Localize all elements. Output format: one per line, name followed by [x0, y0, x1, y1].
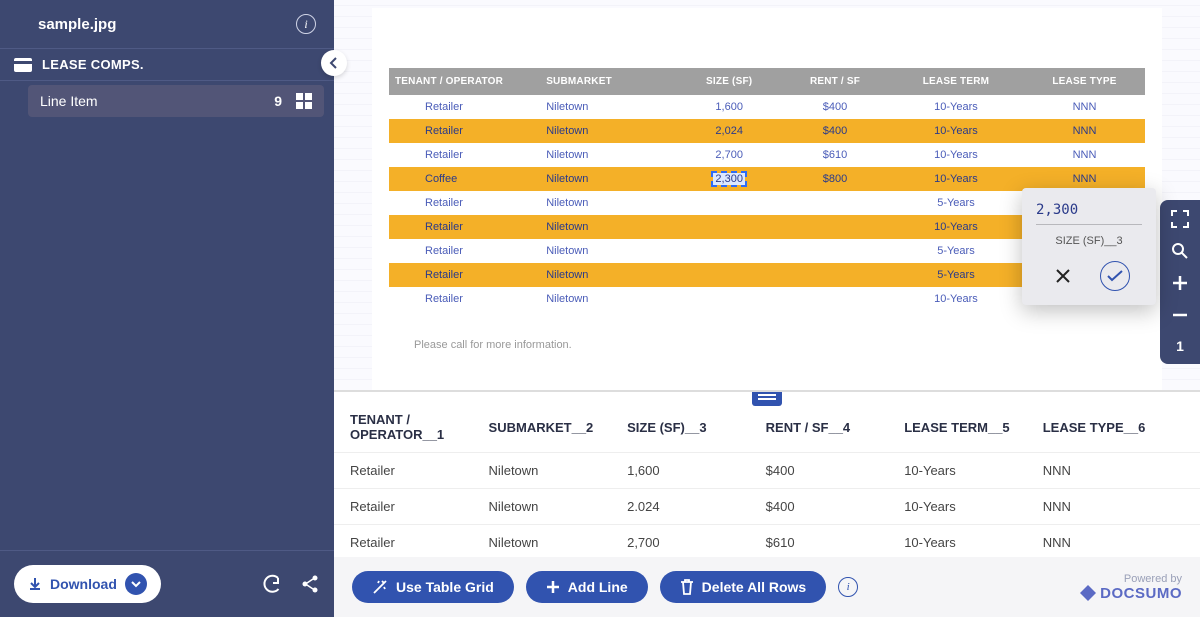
- use-table-grid-button[interactable]: Use Table Grid: [352, 571, 514, 603]
- preview-header: LEASE TERM: [888, 68, 1024, 95]
- grid-cell[interactable]: Retailer: [334, 525, 473, 558]
- table-row[interactable]: RetailerNiletown2,700$61010-YearsNNN: [334, 525, 1200, 558]
- grid-header[interactable]: SIZE (SF)__3: [611, 398, 750, 453]
- sidebar-footer: Download: [0, 550, 334, 617]
- line-item-count: 9: [274, 93, 282, 109]
- section-title-label: LEASE COMPS.: [42, 57, 144, 72]
- preview-row[interactable]: RetailerNiletown2,024$40010-YearsNNN: [389, 119, 1145, 143]
- grid-header[interactable]: RENT / SF__4: [750, 398, 889, 453]
- data-grid-panel: TENANT / OPERATOR__1SUBMARKET__2SIZE (SF…: [334, 390, 1200, 557]
- check-icon: [1107, 270, 1123, 282]
- preview-footer-note: Please call for more information.: [414, 339, 1162, 351]
- preview-selected-cell: 2,300: [676, 167, 782, 191]
- preview-header: TENANT / OPERATOR: [389, 68, 540, 95]
- main: ? TENANT / OPERATORSUBMARKETSIZE (SF)REN…: [334, 0, 1200, 617]
- grid-cell[interactable]: NNN: [1027, 489, 1200, 525]
- grid-cell[interactable]: 10-Years: [888, 525, 1027, 558]
- add-line-button[interactable]: Add Line: [526, 571, 648, 603]
- table-row[interactable]: RetailerNiletown2.024$40010-YearsNNN: [334, 489, 1200, 525]
- preview-header: SIZE (SF): [676, 68, 782, 95]
- card-icon: [14, 58, 32, 72]
- zoom-in-icon[interactable]: [1171, 274, 1189, 292]
- search-icon[interactable]: [1171, 242, 1189, 260]
- sidebar-header: sample.jpg i: [0, 0, 334, 48]
- cell-edit-confirm-button[interactable]: [1100, 261, 1130, 291]
- grid-icon: [296, 93, 312, 109]
- cell-edit-input[interactable]: [1036, 200, 1142, 225]
- grid-cell[interactable]: $610: [750, 525, 889, 558]
- grid-cell[interactable]: NNN: [1027, 525, 1200, 558]
- page-number: 1: [1176, 338, 1184, 354]
- cell-edit-field-label: SIZE (SF)__3: [1036, 235, 1142, 247]
- action-info-icon[interactable]: i: [838, 577, 858, 597]
- grid-cell[interactable]: Niletown: [473, 489, 612, 525]
- action-bar: Use Table Grid Add Line Delete All Rows …: [334, 557, 1200, 617]
- zoom-out-icon[interactable]: [1171, 306, 1189, 324]
- share-icon[interactable]: [300, 574, 320, 594]
- data-grid-table: TENANT / OPERATOR__1SUBMARKET__2SIZE (SF…: [334, 398, 1200, 557]
- chevron-left-icon: [328, 57, 340, 69]
- trash-icon: [680, 579, 694, 595]
- grid-header[interactable]: SUBMARKET__2: [473, 398, 612, 453]
- table-row[interactable]: RetailerNiletown1,600$40010-YearsNNN: [334, 453, 1200, 489]
- brand-icon: [1080, 585, 1096, 601]
- preview-row[interactable]: RetailerNiletown1,600$40010-YearsNNN: [389, 95, 1145, 119]
- grid-cell[interactable]: 1,600: [611, 453, 750, 489]
- magic-wand-icon: [372, 579, 388, 595]
- viewer-toolbar: 1: [1160, 200, 1200, 364]
- grid-cell[interactable]: NNN: [1027, 453, 1200, 489]
- fullscreen-icon[interactable]: [1171, 210, 1189, 228]
- download-button[interactable]: Download: [14, 565, 161, 603]
- grid-cell[interactable]: Niletown: [473, 453, 612, 489]
- powered-by: Powered by DOCSUMO: [1080, 573, 1182, 602]
- grid-cell[interactable]: 10-Years: [888, 489, 1027, 525]
- refresh-icon[interactable]: [262, 574, 282, 594]
- cell-edit-cancel-button[interactable]: [1048, 261, 1078, 291]
- grid-header[interactable]: LEASE TERM__5: [888, 398, 1027, 453]
- grid-cell[interactable]: $400: [750, 453, 889, 489]
- collapse-sidebar-button[interactable]: [321, 50, 347, 76]
- document-preview[interactable]: TENANT / OPERATORSUBMARKETSIZE (SF)RENT …: [334, 0, 1200, 390]
- x-icon: [1056, 269, 1070, 283]
- preview-row[interactable]: RetailerNiletown2,700$61010-YearsNNN: [389, 143, 1145, 167]
- cell-edit-popover: SIZE (SF)__3: [1022, 188, 1156, 305]
- line-item-label: Line Item: [40, 93, 98, 109]
- grid-cell[interactable]: Retailer: [334, 489, 473, 525]
- grid-header[interactable]: TENANT / OPERATOR__1: [334, 398, 473, 453]
- section-lease-comps[interactable]: LEASE COMPS.: [0, 48, 334, 81]
- grid-cell[interactable]: Retailer: [334, 453, 473, 489]
- preview-header: SUBMARKET: [540, 68, 676, 95]
- sidebar-item-line-item[interactable]: Line Item 9: [28, 85, 324, 117]
- chevron-down-icon: [131, 579, 141, 589]
- download-caret[interactable]: [125, 573, 147, 595]
- info-icon[interactable]: i: [296, 14, 316, 34]
- grid-header[interactable]: LEASE TYPE__6: [1027, 398, 1200, 453]
- delete-all-rows-button[interactable]: Delete All Rows: [660, 571, 827, 603]
- grid-cell[interactable]: 2,700: [611, 525, 750, 558]
- grid-cell[interactable]: 10-Years: [888, 453, 1027, 489]
- preview-header: RENT / SF: [782, 68, 888, 95]
- plus-icon: [546, 580, 560, 594]
- sidebar: sample.jpg i LEASE COMPS. Line Item 9 Do…: [0, 0, 334, 617]
- download-icon: [28, 577, 42, 591]
- preview-header: LEASE TYPE: [1024, 68, 1145, 95]
- grid-cell[interactable]: 2.024: [611, 489, 750, 525]
- file-name: sample.jpg: [38, 16, 116, 33]
- panel-resize-handle[interactable]: [752, 390, 782, 406]
- grid-cell[interactable]: Niletown: [473, 525, 612, 558]
- grid-cell[interactable]: $400: [750, 489, 889, 525]
